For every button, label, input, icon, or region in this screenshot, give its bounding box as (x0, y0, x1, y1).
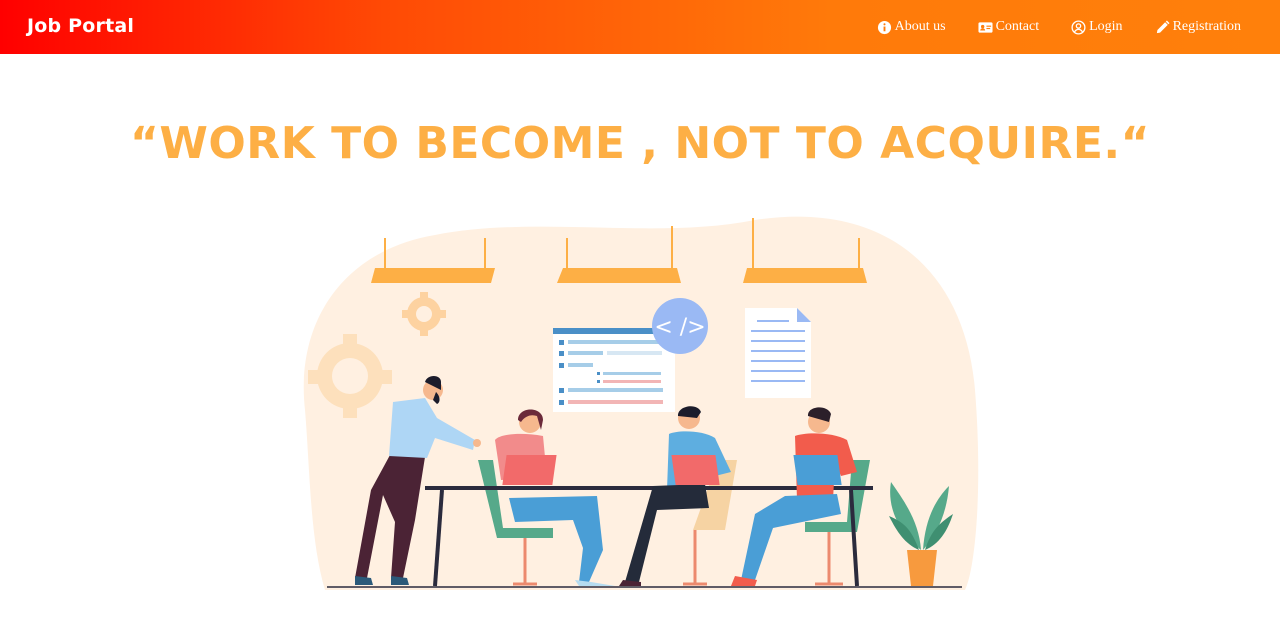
navbar: Job Portal About us Contact Login Regist… (0, 0, 1280, 54)
code-badge: < /> (652, 298, 708, 354)
info-icon (877, 20, 892, 35)
user-circle-icon (1071, 19, 1086, 35)
nav-about-us[interactable]: About us (877, 19, 946, 35)
brand-link[interactable]: Job Portal (27, 15, 134, 37)
nav-contact[interactable]: Contact (978, 19, 1040, 35)
team-working-illustration: < /> (303, 216, 979, 590)
document-icon (745, 308, 811, 398)
nav-contact-label: Contact (995, 19, 1040, 34)
nav-login-label: Login (1089, 19, 1123, 34)
nav-registration[interactable]: Registration (1155, 19, 1241, 35)
nav-links: About us Contact Login Registration (877, 0, 1280, 54)
nav-login[interactable]: Login (1071, 19, 1123, 35)
contact-card-icon (978, 20, 993, 35)
nav-about-us-label: About us (894, 19, 946, 34)
code-badge-label: < /> (654, 315, 705, 340)
nav-registration-label: Registration (1172, 19, 1241, 34)
hero-quote: “WORK TO BECOME , NOT TO ACQUIRE.“ (129, 118, 1151, 169)
pencil-icon (1155, 19, 1170, 35)
